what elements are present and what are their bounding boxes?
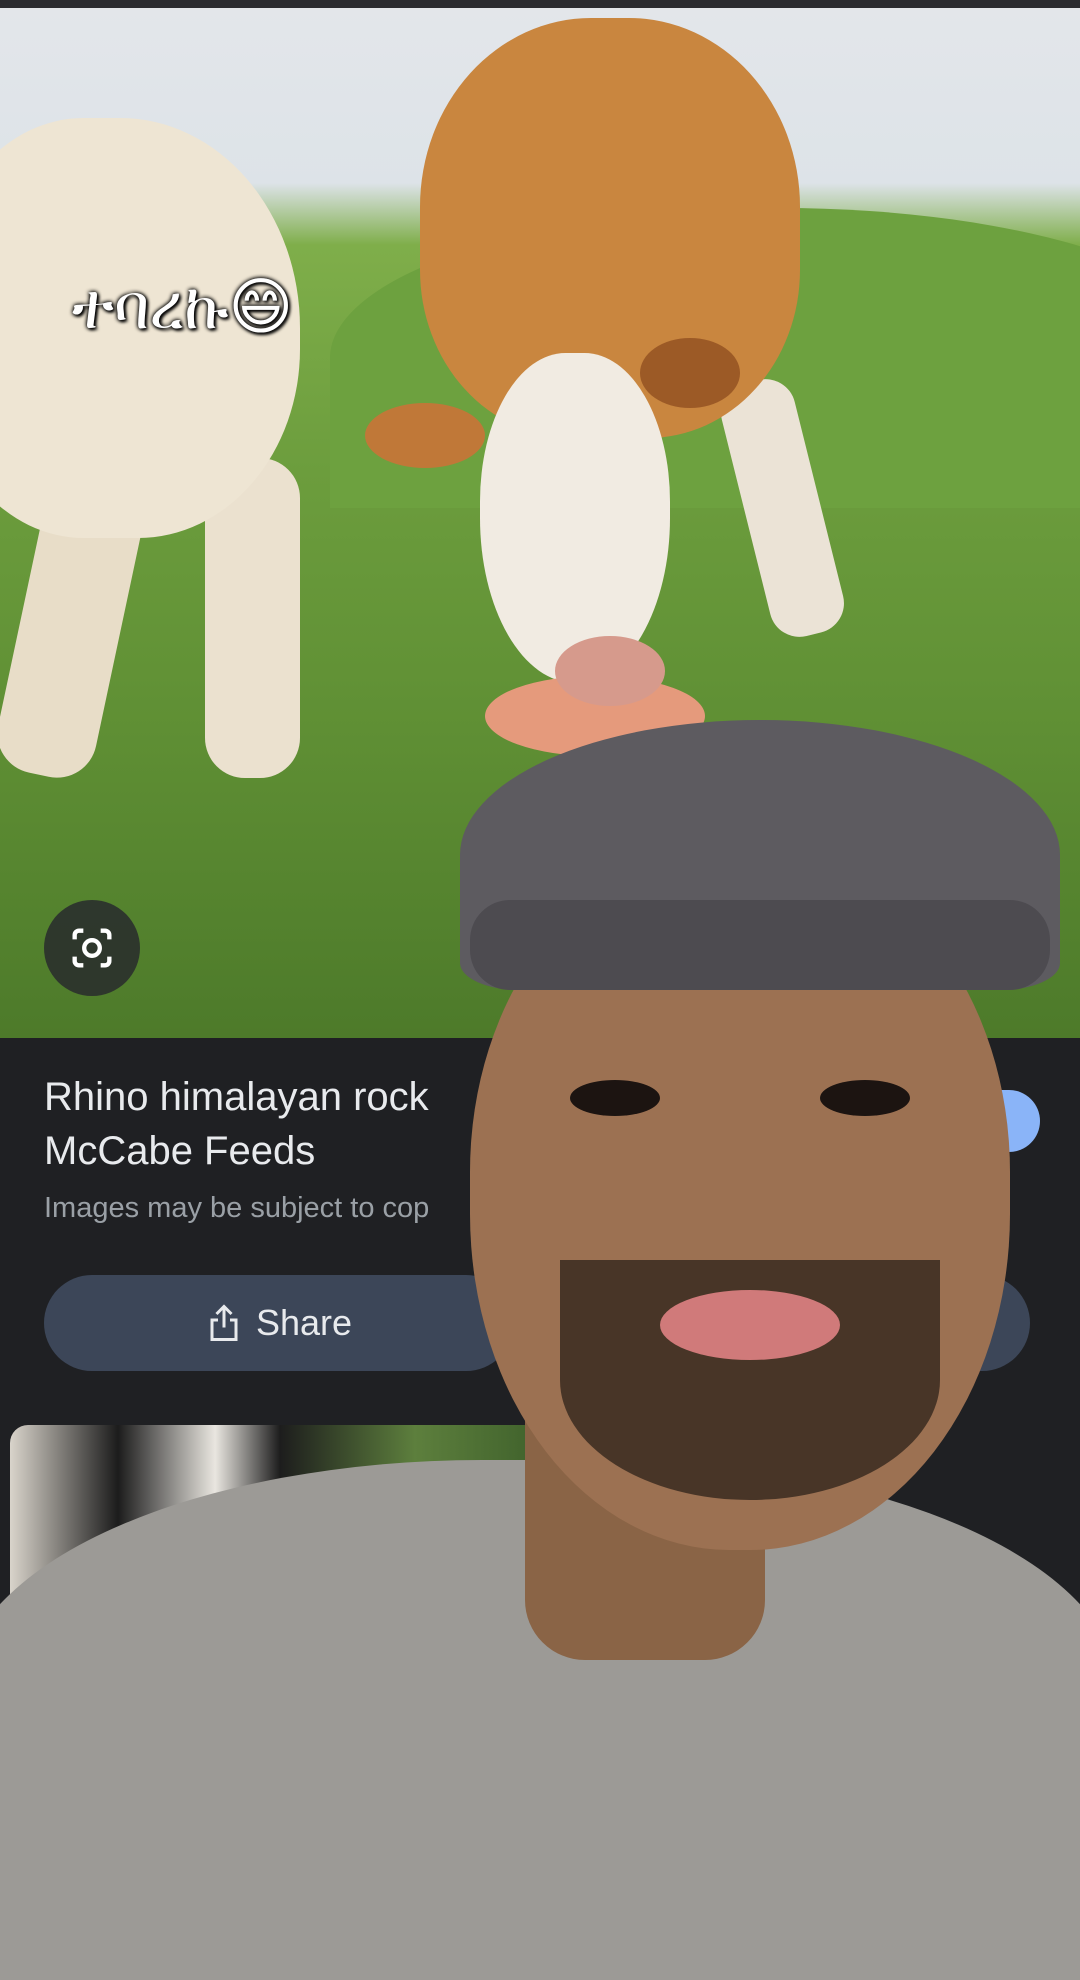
cow-muzzle (555, 636, 665, 706)
creator-eye (570, 1080, 660, 1116)
creator-mouth (660, 1290, 840, 1360)
creator-eye (820, 1080, 910, 1116)
creator-video-overlay (0, 700, 1080, 1980)
creator-cap-brim (470, 900, 1050, 990)
status-bar (0, 0, 1080, 8)
cow-ear (365, 403, 485, 468)
cow-head (480, 353, 670, 683)
cow-ear (640, 338, 740, 408)
video-caption: ተባረኩ😄 (72, 270, 294, 343)
